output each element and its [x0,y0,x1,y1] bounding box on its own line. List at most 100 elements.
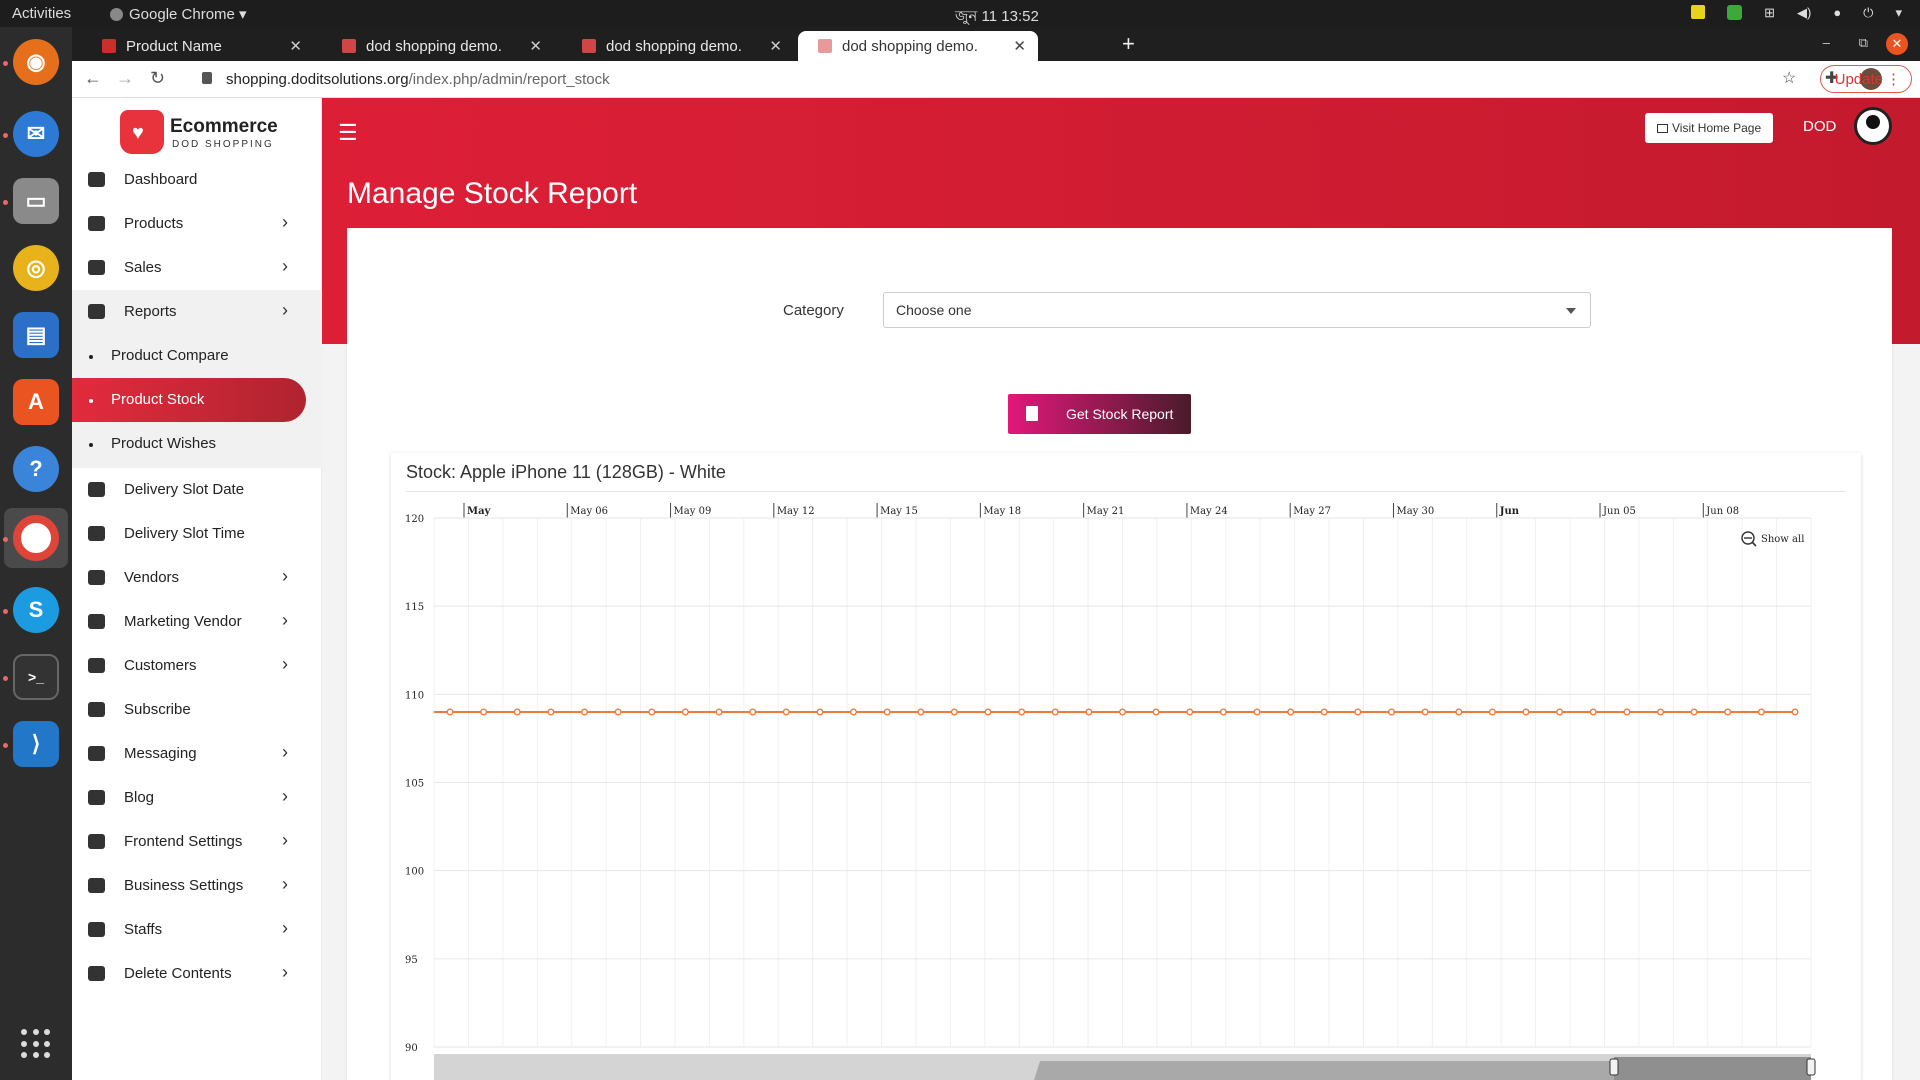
green-app-icon[interactable] [1727,5,1743,20]
data-point [547,708,555,716]
sidebar-item-sales[interactable]: Sales › [72,246,322,290]
writer-icon[interactable]: ▤ [13,312,59,358]
tab-favicon-icon [102,39,116,53]
skype-icon[interactable]: S [13,587,59,633]
sidebar-item-subscribe[interactable]: Subscribe [72,688,322,732]
data-point [1623,708,1631,716]
sidebar-item-label: Reports [124,303,177,320]
tab-close-icon[interactable]: ✕ [289,37,302,55]
data-point [580,708,588,716]
sidebar-item-delete-contents[interactable]: Delete Contents › [72,952,322,996]
y-tick-label: 90 [405,1043,418,1054]
address-bar[interactable]: shopping.doditsolutions.org/index.php/ad… [184,64,1734,94]
hamburger-menu-icon[interactable]: ☰ [338,120,358,146]
mic-icon[interactable]: ● [1833,5,1841,21]
y-tick-label: 100 [405,867,424,878]
tab-close-icon[interactable]: ✕ [1013,37,1026,55]
tab-close-icon[interactable]: ✕ [769,37,782,55]
chrome-dock-icon[interactable] [13,515,59,561]
restore-button[interactable]: ⧉ [1859,35,1868,51]
files-icon[interactable]: ▭ [13,178,59,224]
more-menu-icon[interactable]: ⋮ [1886,70,1901,88]
chevron-right-icon: › [282,830,288,850]
sidebar-item-delivery-slot-time[interactable]: Delivery Slot Time [72,512,322,556]
category-select[interactable]: Choose one [883,292,1591,328]
bullet-icon [89,355,93,359]
app-menu[interactable]: Google Chrome ▾ [110,5,247,23]
window-close-button[interactable]: ✕ [1886,33,1908,55]
dock-running-dot [3,676,8,681]
software-center-icon[interactable]: A [13,379,59,425]
users-icon [88,658,105,673]
reload-button[interactable]: ↻ [150,68,165,89]
menu-arrow-icon[interactable]: ▾ [1895,5,1902,21]
power-icon[interactable]: ⏻ [1863,5,1873,21]
system-tray[interactable]: ⊞ ◀) ● ⏻ ▾ [1691,5,1902,21]
tab-close-icon[interactable]: ✕ [529,37,542,55]
sidebar-item-staffs[interactable]: Staffs › [72,908,322,952]
sidebar-item-messaging[interactable]: Messaging › [72,732,322,776]
data-point [1757,708,1765,716]
show-all-button[interactable]: Show all [1761,534,1804,545]
new-tab-button[interactable]: + [1122,31,1135,57]
sidebar-item-vendors[interactable]: Vendors › [72,556,322,600]
network-icon[interactable]: ⊞ [1764,5,1775,21]
browser-tab-active[interactable]: dod shopping demo. ✕ [798,31,1038,61]
tab-favicon-icon [582,39,596,53]
dock-running-dot [3,133,8,138]
minimize-button[interactable]: – [1823,35,1830,50]
chevron-right-icon: › [282,300,288,320]
update-button[interactable]: Update ⋮ [1819,65,1912,93]
browser-tab[interactable]: Product Name ✕ [82,31,314,61]
user-name[interactable]: DOD [1803,118,1836,135]
dock-running-dot [3,537,8,542]
chevron-right-icon: › [282,256,288,276]
navigator-handle[interactable] [1806,1058,1816,1076]
sidebar-item-label: Product Compare [111,347,229,364]
forward-button[interactable]: → [116,68,134,89]
firefox-icon[interactable]: ◉ [13,39,59,85]
terminal-icon[interactable]: >_ [13,654,59,700]
x-tick-label: May [467,506,492,517]
sidebar-item-customers[interactable]: Customers › [72,644,322,688]
browser-tab[interactable]: dod shopping demo. ✕ [562,31,794,61]
thunderbird-icon[interactable]: ✉ [13,111,59,157]
bookmark-star-icon[interactable]: ☆ [1782,68,1796,88]
sidebar-item-dashboard[interactable]: Dashboard [72,158,322,202]
notes-icon[interactable] [1691,5,1706,19]
sidebar-item-product-compare[interactable]: Product Compare [72,334,322,378]
browser-tab[interactable]: dod shopping demo. ✕ [322,31,554,61]
sidebar-item-delivery-slot-date[interactable]: Delivery Slot Date [72,468,322,512]
briefcase-icon [88,878,105,893]
back-button[interactable]: ← [84,68,102,89]
sidebar-item-reports[interactable]: Reports › [72,290,322,334]
sidebar-item-business-settings[interactable]: Business Settings › [72,864,322,908]
sidebar-item-product-stock[interactable]: Product Stock [72,378,306,422]
user-avatar[interactable] [1854,107,1892,145]
x-tick-label: May 06 [570,506,608,517]
visit-home-page-button[interactable]: Visit Home Page [1645,113,1774,143]
sidebar-item-products[interactable]: Products › [72,202,322,246]
volume-icon[interactable]: ◀) [1797,5,1811,21]
sidebar-item-product-wishes[interactable]: Product Wishes [72,422,322,466]
chevron-right-icon: › [282,786,288,806]
vscode-icon[interactable]: ⟩ [13,721,59,767]
data-point [1656,708,1664,716]
rhythmbox-icon[interactable]: ◎ [13,245,59,291]
activities-button[interactable]: Activities [12,5,71,22]
navigator-handle[interactable] [1609,1058,1619,1076]
get-stock-report-button[interactable]: Get Stock Report [1008,394,1191,434]
sidebar-item-label: Business Settings [124,877,244,894]
sidebar-item-label: Staffs [124,921,163,938]
sidebar-item-blog[interactable]: Blog › [72,776,322,820]
site-logo[interactable]: ♥ Ecommerce DOD SHOPPING [120,110,280,160]
show-apps-icon[interactable] [21,1029,51,1059]
data-point [446,708,454,716]
tab-title: dod shopping demo. [842,38,978,55]
admin-page: ♥ Ecommerce DOD SHOPPING Dashboard Produ… [72,98,1920,1080]
sidebar-item-marketing-vendor[interactable]: Marketing Vendor › [72,600,322,644]
stock-line-chart[interactable]: May May 06 May 09 May 12 May 15 May 18 May 21 M… [391,453,1861,1080]
help-icon[interactable]: ? [13,446,59,492]
sidebar-item-frontend-settings[interactable]: Frontend Settings › [72,820,322,864]
chevron-right-icon: › [282,874,288,894]
